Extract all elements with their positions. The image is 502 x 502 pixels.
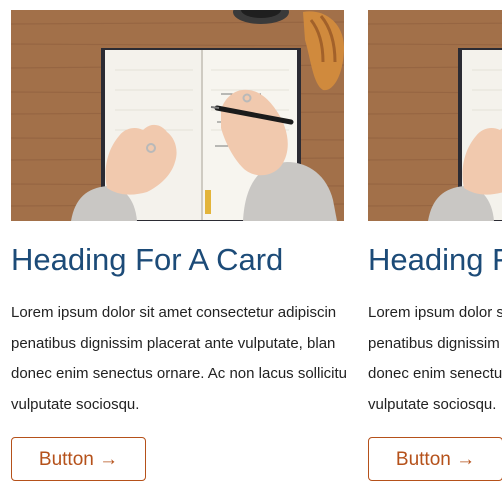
card-image bbox=[368, 10, 502, 221]
card-body-line: donec enim senectus ornare. Ac non lacus… bbox=[368, 365, 502, 382]
card: Heading For A Card Lorem ipsum dolor sit… bbox=[11, 10, 347, 481]
notebook-writing-photo-icon bbox=[368, 10, 502, 221]
card-button[interactable]: Button → bbox=[368, 437, 502, 481]
card-body-text: Lorem ipsum dolor sit amet consectetur a… bbox=[368, 298, 502, 420]
card-body-line: Lorem ipsum dolor sit amet consectetur a… bbox=[368, 304, 502, 321]
card: Heading For A Card Lorem ipsum dolor sit… bbox=[368, 10, 502, 481]
card-body-line: Lorem ipsum dolor sit amet consectetur a… bbox=[11, 304, 337, 321]
card-heading: Heading For A Card bbox=[368, 242, 502, 277]
card-body-text: Lorem ipsum dolor sit amet consectetur a… bbox=[11, 298, 351, 420]
card-carousel: Heading For A Card Lorem ipsum dolor sit… bbox=[0, 0, 502, 502]
card-body-line: penatibus dignissim placerat ante vulput… bbox=[11, 334, 336, 352]
notebook-writing-photo-icon bbox=[11, 10, 344, 221]
card-body-line: penatibus dignissim placerat ante vulput… bbox=[368, 334, 502, 352]
card-body-line: vulputate sociosqu. bbox=[368, 395, 497, 413]
card-body-line: donec enim senectus ornare. Ac non lacus… bbox=[11, 365, 348, 382]
card-button[interactable]: Button → bbox=[11, 437, 146, 481]
card-image bbox=[11, 10, 344, 221]
card-body-line: vulputate sociosqu. bbox=[11, 395, 140, 413]
